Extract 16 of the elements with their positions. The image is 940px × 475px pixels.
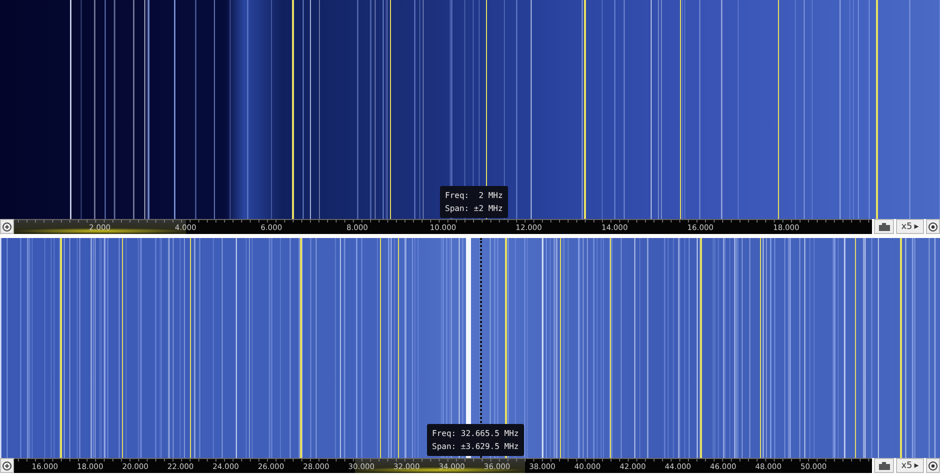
zoom-in-icon: [2, 460, 12, 470]
target-icon: [928, 222, 938, 232]
snapshot-button[interactable]: [874, 219, 894, 234]
zoom-in-button[interactable]: [0, 458, 14, 473]
center-button[interactable]: [926, 219, 940, 234]
zoom-level-button[interactable]: x5 ▸: [896, 219, 924, 234]
zoom-in-button[interactable]: [0, 219, 14, 234]
snapshot-button[interactable]: [874, 458, 894, 473]
frequency-tooltip: Freq: 32.665.5 MHz Span: ±3.629.5 MHz: [427, 424, 524, 456]
zoom-in-icon: [2, 222, 12, 232]
zoom-level-button[interactable]: x5 ▸: [896, 458, 924, 473]
center-button[interactable]: [926, 458, 940, 473]
camera-icon: [878, 222, 890, 230]
target-icon: [928, 460, 938, 470]
frequency-tooltip: Freq: 2 MHz Span: ±2 MHz: [440, 186, 508, 218]
camera-icon: [878, 462, 890, 470]
